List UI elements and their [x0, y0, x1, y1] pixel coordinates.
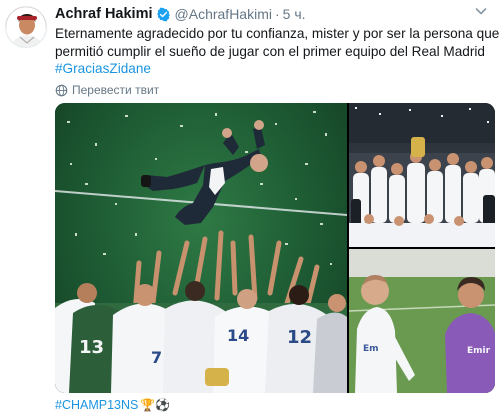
svg-text:Em: Em — [363, 344, 379, 354]
celebration-photo[interactable]: 13 14 12 7 — [55, 103, 347, 393]
footer-hashtag-line: #CHAMP13NS 🏆⚽ — [55, 398, 170, 412]
media-grid[interactable]: 13 14 12 7 Em Emir — [55, 103, 495, 393]
training-photo[interactable]: Em Emir — [349, 249, 495, 393]
trophy-ball-emoji: 🏆⚽ — [140, 398, 171, 412]
team-scene — [349, 103, 495, 247]
translate-tweet-link[interactable]: Перевести твит — [55, 83, 159, 97]
svg-text:Emir: Emir — [467, 346, 491, 356]
globe-icon — [55, 84, 68, 96]
author-handle[interactable]: @AchrafHakimi — [175, 6, 272, 22]
footer-hashtag-link[interactable]: #CHAMP13NS — [55, 398, 138, 412]
team-photo[interactable] — [349, 103, 495, 247]
tweet[interactable]: Achraf Hakimi @AchrafHakimi · 5 ч. Etern… — [0, 0, 500, 418]
tweet-header: Achraf Hakimi @AchrafHakimi · 5 ч. — [55, 5, 306, 23]
verified-badge-icon — [156, 7, 170, 21]
training-scene: Em Emir — [349, 249, 495, 393]
translate-label[interactable]: Перевести твит — [72, 83, 159, 97]
timestamp[interactable]: 5 ч. — [283, 6, 306, 22]
svg-text:14: 14 — [227, 326, 249, 345]
separator-dot: · — [274, 6, 280, 22]
tweet-text: Eternamente agradecido por tu confianza,… — [55, 25, 500, 78]
tweet-text-line-2: permitió cumplir el sueño de jugar con e… — [55, 43, 485, 59]
chevron-down-icon[interactable] — [474, 4, 488, 18]
hashtag-link[interactable]: #GraciasZidane — [55, 60, 490, 78]
author-avatar[interactable] — [5, 6, 47, 48]
svg-text:12: 12 — [287, 327, 312, 348]
celebration-scene: 13 14 12 7 — [55, 111, 347, 393]
author-name[interactable]: Achraf Hakimi — [55, 6, 153, 22]
tweet-text-line-1: Eternamente agradecido por tu confianza,… — [55, 26, 500, 41]
avatar-figure — [6, 7, 46, 47]
svg-text:13: 13 — [79, 337, 104, 358]
svg-text:7: 7 — [151, 348, 162, 367]
